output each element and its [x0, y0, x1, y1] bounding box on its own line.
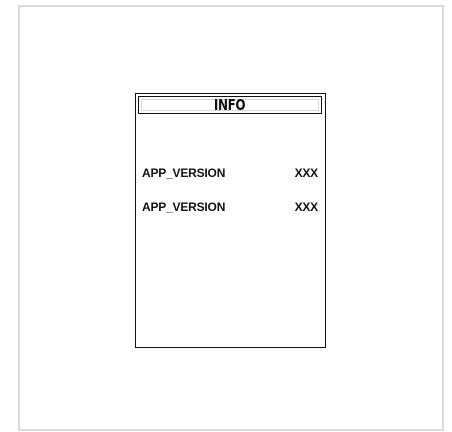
- info-row-value: XXX: [294, 200, 319, 214]
- screen-title: INFO: [214, 95, 246, 114]
- info-row: APP_VERSION XXX: [142, 200, 318, 214]
- info-row-label: APP_VERSION: [142, 200, 226, 214]
- info-row: APP_VERSION XXX: [142, 166, 318, 180]
- info-row-value: XXX: [294, 166, 319, 180]
- device-screen: INFO APP_VERSION XXX APP_VERSION XXX: [135, 93, 326, 348]
- title-bar: INFO: [138, 96, 322, 114]
- info-row-label: APP_VERSION: [142, 166, 226, 180]
